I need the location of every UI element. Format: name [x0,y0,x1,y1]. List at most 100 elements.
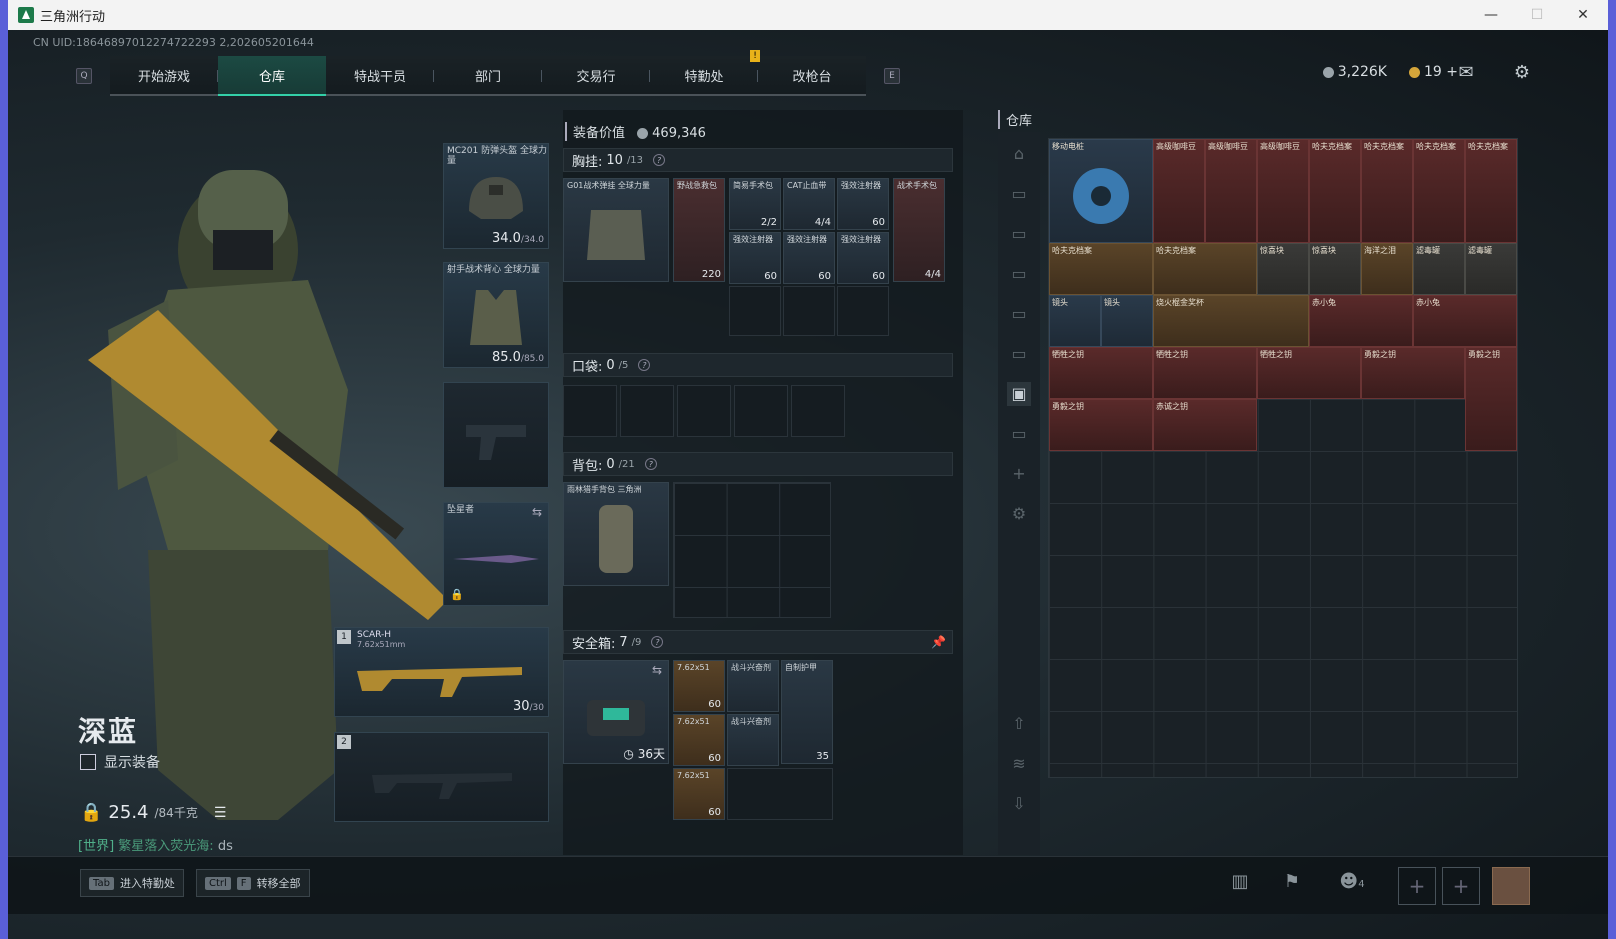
tab-special-ops[interactable]: 特勤处 [650,56,758,96]
warehouse-item[interactable]: 牺牲之钥 [1257,347,1361,399]
safe-item[interactable]: 7.62x51 60 [673,768,725,820]
warehouse-item[interactable]: 牺牲之钥 [1049,347,1153,399]
warehouse-item[interactable]: 勇毅之钥 [1361,347,1465,399]
layers-icon[interactable]: ≋ [1007,752,1031,776]
swap-icon[interactable]: ⇆ [652,663,662,677]
player-avatar[interactable] [1492,867,1530,905]
transfer-all-hint[interactable]: Ctrl F 转移全部 [196,869,310,897]
minimize-button[interactable]: — [1468,0,1514,30]
warehouse-item[interactable]: 赤诚之钥 [1153,399,1257,451]
pistol-slot-empty[interactable] [443,382,549,488]
add-teammate-button[interactable]: + [1398,867,1436,905]
nav-next-key[interactable]: E [884,68,900,84]
silver-currency[interactable]: 3,226K [1322,64,1387,80]
safe-item[interactable]: 战斗兴奋剂 [727,660,779,712]
warehouse-item[interactable]: 哈夫克档案 [1361,139,1413,243]
chest-item[interactable]: 强效注射器 60 [837,232,889,284]
armor-slot[interactable]: 射手战术背心 全球力量 85.0/85.0 [443,262,549,368]
chest-item[interactable]: CAT止血带 4/4 [783,178,835,230]
warehouse-settings-icon[interactable]: ⚙ [1007,502,1031,526]
stats-chart-icon[interactable]: ▥ [1226,871,1254,895]
warehouse-item[interactable]: 滤毒罐 [1465,243,1517,295]
backpack-slot[interactable]: 雨林猎手背包 三角洲 [563,482,669,586]
show-gear-checkbox[interactable] [80,754,96,770]
warehouse-item[interactable]: 勇毅之钥 [1049,399,1153,451]
add-teammate-button[interactable]: + [1442,867,1480,905]
tab-start-game[interactable]: 开始游戏 [110,56,218,96]
chest-item[interactable]: 强效注射器 60 [837,178,889,230]
chest-item[interactable]: 野战急救包 220 [673,178,725,282]
chest-empty-slot[interactable] [837,286,889,336]
warehouse-item[interactable]: 哈夫克档案 [1049,243,1153,295]
tab-warehouse[interactable]: 仓库 [218,56,326,96]
warehouse-tab-armor-icon[interactable]: ▭ [1007,302,1031,326]
sort-icon[interactable]: ⇧ [1007,712,1031,736]
pin-icon[interactable]: 📌 [931,635,946,649]
warehouse-tab-all-icon[interactable]: ▣ [1007,382,1031,406]
weight-details-icon[interactable]: ☰ [214,805,227,821]
friends-icon[interactable]: ☻4 [1332,871,1372,895]
tab-operators[interactable]: 特战干员 [326,56,434,96]
warehouse-item[interactable]: 哈夫克档案 [1465,139,1517,243]
chest-item[interactable]: 简易手术包 2/2 [729,178,781,230]
backpack-grid[interactable] [673,482,831,618]
warehouse-tab-backpack-icon[interactable]: ▭ [1007,342,1031,366]
chest-empty-slot[interactable] [783,286,835,336]
warehouse-item[interactable]: 高级咖啡豆 [1153,139,1205,243]
pocket-slot[interactable] [734,385,788,437]
warehouse-item[interactable]: 镜头 [1049,295,1101,347]
mail-icon[interactable]: ✉ [1454,62,1478,83]
gold-currency[interactable]: 19 + [1408,64,1458,80]
show-gear-toggle[interactable]: 显示装备 [80,752,160,772]
flag-icon[interactable]: ⚑ [1278,871,1306,895]
chest-empty-slot[interactable] [729,286,781,336]
close-button[interactable]: ✕ [1560,0,1606,30]
pocket-slot[interactable] [620,385,674,437]
melee-slot[interactable]: 坠星者 ⇆ 🔒 [443,502,549,606]
warehouse-tab-helmet-icon[interactable]: ⌂ [1007,142,1031,166]
chest-item[interactable]: 强效注射器 60 [729,232,781,284]
secondary-weapon-slot[interactable]: 2 [334,732,549,822]
help-icon[interactable]: ? [644,458,657,470]
warehouse-item[interactable]: 赤小兔 [1309,295,1413,347]
warehouse-item[interactable]: 惊喜块 [1257,243,1309,295]
primary-weapon-slot[interactable]: 1 SCAR-H 7.62x51mm 30/30 [334,627,549,717]
pocket-slot[interactable] [791,385,845,437]
warehouse-item[interactable]: 哈夫克档案 [1413,139,1465,243]
nav-prev-key[interactable]: Q [76,68,92,84]
chest-rig-slot[interactable]: G01战术弹挂 全球力量 [563,178,669,282]
warehouse-item[interactable]: 高级咖啡豆 [1257,139,1309,243]
warehouse-item[interactable]: 惊喜块 [1309,243,1361,295]
settings-gear-icon[interactable]: ⚙ [1510,62,1534,83]
warehouse-item[interactable]: 移动电桩 [1049,139,1153,243]
warehouse-item[interactable]: 哈夫克档案 [1153,243,1257,295]
warehouse-tab-ammo-icon[interactable]: ▭ [1007,222,1031,246]
safe-item[interactable]: 7.62x51 60 [673,714,725,766]
warehouse-tab-collectibles-icon[interactable]: ▭ [1007,422,1031,446]
help-icon[interactable]: ? [651,636,664,648]
safe-item[interactable]: 7.62x51 60 [673,660,725,712]
warehouse-grid[interactable]: 移动电桩 高级咖啡豆 高级咖啡豆 高级咖啡豆 哈夫克档案 哈夫克档案 哈夫克档案… [1048,138,1518,778]
warehouse-item[interactable]: 烧火棍金奖杯 [1153,295,1309,347]
add-tab-icon[interactable]: + [1007,462,1031,486]
enter-special-ops-hint[interactable]: Tab 进入特勤处 [80,869,184,897]
tab-market[interactable]: 交易行 [542,56,650,96]
pocket-slot[interactable] [677,385,731,437]
chest-item[interactable]: 战术手术包 4/4 [893,178,945,282]
warehouse-item[interactable]: 海洋之泪 [1361,243,1413,295]
helmet-slot[interactable]: MC201 防弹头盔 全球力量 34.0/34.0 [443,143,549,249]
chest-item[interactable]: 强效注射器 60 [783,232,835,284]
warehouse-item[interactable]: 赤小兔 [1413,295,1517,347]
warehouse-tab-gear-icon[interactable]: ▭ [1007,262,1031,286]
chat-line[interactable]: [世界] 繁星落入荧光海: ds [78,835,233,854]
tab-department[interactable]: 部门 [434,56,542,96]
safe-empty-slot[interactable] [727,768,833,820]
tab-gunsmith[interactable]: 改枪台 [758,56,866,96]
warehouse-item[interactable]: 哈夫克档案 [1309,139,1361,243]
safe-item[interactable]: 自制护甲 35 [781,660,833,764]
warehouse-tab-weapons-icon[interactable]: ▭ [1007,182,1031,206]
help-icon[interactable]: ? [653,154,666,166]
warehouse-item[interactable]: 镜头 [1101,295,1153,347]
warehouse-item[interactable]: 滤毒罐 [1413,243,1465,295]
help-icon[interactable]: ? [638,359,651,371]
